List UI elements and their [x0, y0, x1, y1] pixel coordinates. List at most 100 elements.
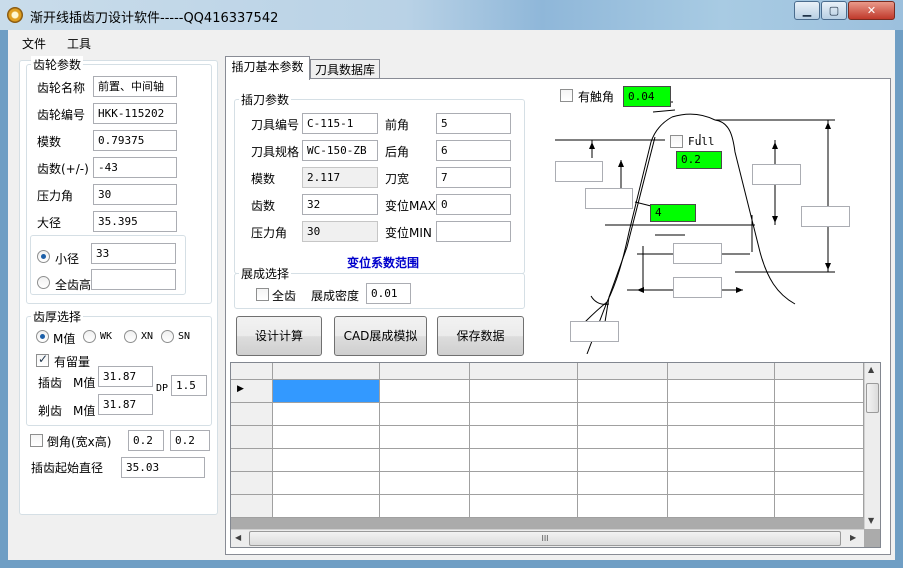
design-calc-button[interactable]: 设计计算 [236, 316, 322, 356]
scroll-up-icon[interactable]: ▲ [868, 365, 874, 374]
grid-col-header-6[interactable] [775, 363, 864, 380]
allowance-checkbox[interactable] [36, 352, 49, 367]
all-teeth-checkbox[interactable] [256, 288, 269, 301]
save-data-button[interactable]: 保存数据 [437, 316, 524, 356]
full-depth-radio[interactable] [37, 276, 50, 289]
scroll-left-icon[interactable]: ◀ [235, 533, 241, 542]
grid-col-header-2[interactable] [380, 363, 470, 380]
minor-dia-radio[interactable] [37, 250, 50, 263]
shift-max-input[interactable]: 0 [436, 194, 511, 215]
scroll-right-icon[interactable]: ▶ [850, 533, 856, 542]
grid-cell[interactable] [470, 403, 578, 426]
grid-cell[interactable] [668, 426, 775, 449]
grid-cell[interactable] [668, 472, 775, 495]
horizontal-scrollbar[interactable]: ◀ III ▶ [231, 529, 864, 547]
shift-min-input[interactable] [436, 221, 511, 242]
grid-cell[interactable] [470, 380, 578, 403]
chamfer-height-input[interactable]: 0.2 [170, 430, 210, 451]
vertical-scrollbar[interactable]: ▲ ▼ [864, 363, 880, 529]
gear-module-input[interactable]: 0.79375 [93, 130, 177, 151]
grid-row-header-4[interactable] [231, 449, 273, 472]
data-grid[interactable]: ▶ ▲ ▼ ◀ III ▶ [230, 362, 881, 548]
maximize-button[interactable]: ▢ [821, 1, 847, 20]
cad-simulation-button[interactable]: CAD展成模拟 [334, 316, 427, 356]
grid-cell[interactable] [470, 449, 578, 472]
grid-cell[interactable] [578, 449, 668, 472]
grid-row-header-1[interactable]: ▶ [231, 380, 273, 403]
grid-cell[interactable] [775, 403, 864, 426]
mid-dimension-input[interactable]: 4 [650, 204, 696, 222]
gear-code-input[interactable]: HKK-115202 [93, 103, 177, 124]
density-input[interactable]: 0.01 [366, 283, 411, 304]
grid-cell[interactable] [470, 426, 578, 449]
grid-row-header-6[interactable] [231, 495, 273, 518]
cutter-width-input[interactable]: 7 [436, 167, 511, 188]
grid-col-header-1[interactable] [273, 363, 380, 380]
grid-cell[interactable] [470, 495, 578, 518]
dim-input-bottom[interactable] [673, 277, 722, 298]
full-radius-input[interactable]: 0.2 [676, 151, 722, 169]
grid-cell[interactable] [380, 426, 470, 449]
dim-input-left-mid[interactable] [585, 188, 633, 209]
grid-cell[interactable] [380, 449, 470, 472]
grid-cell[interactable] [775, 495, 864, 518]
minimize-button[interactable]: ▁ [794, 1, 820, 20]
cutter-spec-input[interactable]: WC-150-ZB [302, 140, 378, 161]
grid-row-header-3[interactable] [231, 426, 273, 449]
grid-cell[interactable] [775, 426, 864, 449]
grid-cell[interactable] [775, 449, 864, 472]
chamfer-checkbox[interactable] [30, 434, 43, 447]
grid-cell[interactable] [668, 449, 775, 472]
grid-cell[interactable] [668, 380, 775, 403]
grid-cell[interactable] [273, 495, 380, 518]
shaping-m-input[interactable]: 31.87 [98, 366, 153, 387]
gear-pressure-input[interactable]: 30 [93, 184, 177, 205]
grid-col-header-5[interactable] [668, 363, 775, 380]
grid-col-header-4[interactable] [578, 363, 668, 380]
scroll-down-icon[interactable]: ▼ [868, 516, 874, 525]
xn-radio[interactable] [124, 330, 137, 343]
vertical-scroll-thumb[interactable] [866, 383, 879, 413]
rake-angle-input[interactable]: 5 [436, 113, 511, 134]
chamfer-width-input[interactable]: 0.2 [128, 430, 164, 451]
shaving-m-input[interactable]: 31.87 [98, 394, 153, 415]
full-checkbox[interactable] [670, 135, 683, 148]
grid-cell[interactable] [273, 426, 380, 449]
grid-cell[interactable] [578, 426, 668, 449]
close-button[interactable]: ✕ [848, 1, 895, 20]
grid-cell[interactable] [668, 403, 775, 426]
major-dia-input[interactable]: 35.395 [93, 211, 177, 232]
grid-cell[interactable] [578, 495, 668, 518]
grid-cell[interactable] [578, 472, 668, 495]
grid-row-header-5[interactable] [231, 472, 273, 495]
contact-angle-input[interactable]: 0.04 [623, 86, 671, 107]
dim-input-center[interactable] [673, 243, 722, 264]
grid-cell[interactable] [380, 380, 470, 403]
grid-cell[interactable] [273, 403, 380, 426]
grid-cell[interactable] [775, 380, 864, 403]
menu-tools[interactable]: 工具 [67, 35, 91, 52]
dim-input-left-top[interactable] [555, 161, 603, 182]
shift-range-link[interactable]: 变位系数范围 [347, 254, 419, 271]
grid-cell[interactable] [775, 472, 864, 495]
grid-cell[interactable] [380, 403, 470, 426]
grid-cell[interactable] [578, 403, 668, 426]
grid-cell[interactable] [380, 472, 470, 495]
gear-teeth-input[interactable]: -43 [93, 157, 177, 178]
grid-cell[interactable] [668, 495, 775, 518]
wk-radio[interactable] [83, 330, 96, 343]
grid-cell[interactable] [470, 472, 578, 495]
cutter-code-input[interactable]: C-115-1 [302, 113, 378, 134]
grid-cell-selected[interactable] [273, 380, 380, 403]
dim-input-angle[interactable] [570, 321, 619, 342]
cutter-teeth-input[interactable]: 32 [302, 194, 378, 215]
gear-name-input[interactable]: 前置、中间轴 [93, 76, 177, 97]
grid-cell[interactable] [273, 449, 380, 472]
dim-input-right-top[interactable] [752, 164, 801, 185]
contact-angle-checkbox[interactable] [560, 89, 573, 102]
minor-dia-input[interactable]: 33 [91, 243, 176, 264]
grid-cell[interactable] [578, 380, 668, 403]
full-depth-input[interactable] [91, 269, 176, 290]
grid-col-header-3[interactable] [470, 363, 578, 380]
grid-cell[interactable] [380, 495, 470, 518]
